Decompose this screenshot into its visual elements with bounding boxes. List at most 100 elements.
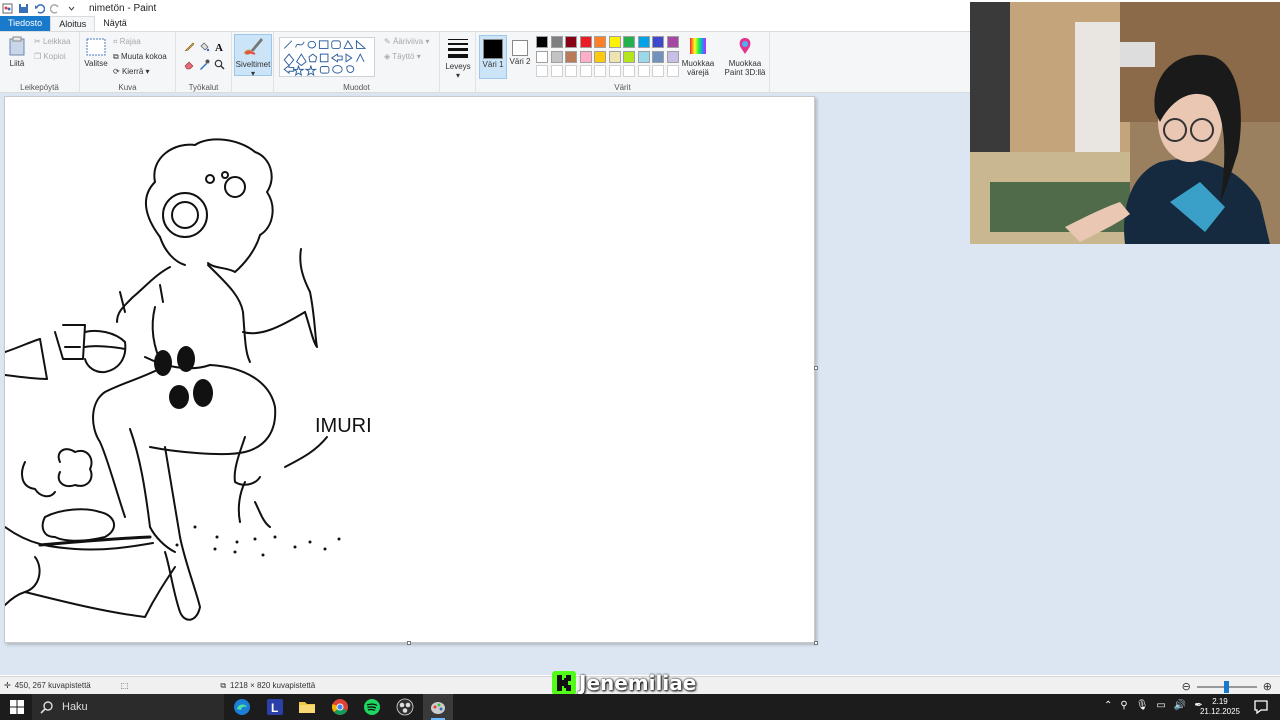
brushes-group: Siveltimet ▾ [232,32,274,93]
image-group: Valitse ⌗ Rajaa ⧉ Muuta kokoa ⟳ Kierrä ▾… [80,32,176,93]
magnifier-icon[interactable] [214,59,225,70]
copy-button[interactable]: ❐ Kopioi [34,52,66,61]
customize-chevron-icon[interactable] [66,3,77,14]
brushes-button[interactable]: Siveltimet ▾ [234,34,272,78]
palette-swatch[interactable] [565,36,577,48]
tab-file[interactable]: Tiedosto [0,16,51,31]
outline-icon: ✎ [384,37,391,46]
windows-start-icon[interactable] [8,698,26,716]
palette-swatch[interactable] [637,50,650,63]
color2-swatch [512,40,528,56]
palette-swatch[interactable] [608,36,621,48]
zoom-in-icon[interactable]: ⊕ [1263,680,1272,693]
brushes-dropdown-icon: ▾ [250,69,255,78]
color-picker-icon[interactable] [199,59,210,70]
select-button[interactable]: Valitse [84,38,108,68]
edit-colors-button[interactable]: Muokkaa värejä [680,36,716,77]
spotify-icon[interactable] [363,698,381,716]
drawing-canvas[interactable]: IMURI [4,96,815,643]
custom-color-slot[interactable] [637,65,650,77]
palette-swatch[interactable] [608,50,621,63]
taskbar-search[interactable]: Haku [32,694,224,720]
line-width-icon [448,39,468,58]
volume-icon[interactable]: 🔊 [1174,700,1186,711]
custom-color-slot[interactable] [666,65,679,77]
redo-icon[interactable] [50,3,61,14]
pencil-icon[interactable] [184,41,195,52]
custom-color-slot[interactable] [565,65,577,77]
resize-handle-bottom[interactable] [407,641,411,645]
chrome-browser-icon[interactable] [331,698,349,716]
network-icon[interactable]: ⚲ [1120,700,1127,711]
tab-view[interactable]: Näytä [95,16,135,31]
notifications-icon[interactable] [1252,698,1270,716]
tab-home[interactable]: Aloitus [50,16,96,31]
letter-l-app-icon[interactable]: L [266,698,284,716]
shapes-group: ✎ Ääriviiva ▾ ◈ Täyttö ▾ Muodot [274,32,440,93]
edit-paint3d-button[interactable]: Muokkaa Paint 3D:llä [722,36,768,77]
custom-color-slot[interactable] [623,65,635,77]
outline-button[interactable]: ✎ Ääriviiva ▾ [384,37,429,46]
resize-handle-corner[interactable] [814,641,818,645]
resize-icon: ⧉ [113,52,119,61]
custom-color-slot[interactable] [536,65,548,77]
zoom-slider-thumb[interactable] [1223,680,1229,693]
resize-handle-right[interactable] [814,366,818,370]
rotate-icon: ⟳ [113,67,120,76]
edge-browser-icon[interactable] [233,698,251,716]
palette-swatch[interactable] [637,36,650,48]
tools-group: A Työkalut [176,32,232,93]
palette-swatch[interactable] [623,36,635,48]
resize-button[interactable]: ⧉ Muuta kokoa [113,52,167,62]
file-explorer-icon[interactable] [298,698,316,716]
palette-swatch[interactable] [536,36,548,48]
palette-swatch[interactable] [652,36,664,48]
color1-button[interactable]: Väri 1 [479,35,507,79]
eraser-icon[interactable] [184,59,195,70]
fill-icon: ◈ [384,52,391,61]
fill-bucket-icon[interactable] [199,41,210,52]
custom-color-slot[interactable] [594,65,606,77]
save-icon[interactable] [18,3,29,14]
taskbar-clock[interactable]: 2.19 21.12.2025 [1200,697,1240,717]
text-icon[interactable]: A [214,41,225,52]
palette-swatch[interactable] [550,36,563,48]
undo-icon[interactable] [34,3,45,14]
palette-swatch[interactable] [666,50,679,63]
copy-label: Kopioi [43,52,66,61]
sketch-drawing: IMURI [4,138,372,621]
custom-color-slot[interactable] [652,65,664,77]
palette-swatch[interactable] [594,36,606,48]
obs-studio-icon[interactable] [396,698,414,716]
fill-label: Täyttö [392,52,415,61]
fill-button[interactable]: ◈ Täyttö ▾ [384,52,421,61]
palette-swatch[interactable] [550,50,563,63]
custom-color-slot[interactable] [579,65,592,77]
zoom-slider[interactable] [1196,680,1257,693]
palette-swatch[interactable] [565,50,577,63]
palette-swatch[interactable] [666,36,679,48]
tray-chevron-icon[interactable]: ⌃ [1104,700,1112,711]
rotate-button[interactable]: ⟳ Kierrä ▾ [113,67,150,76]
image-group-label: Kuva [118,83,137,92]
palette-swatch[interactable] [652,50,664,63]
shapes-gallery[interactable] [279,37,375,77]
size-button[interactable]: Leveys ▾ [443,37,473,80]
cut-label: Leikkaa [42,37,71,46]
zoom-out-icon[interactable]: ⊖ [1182,680,1191,693]
palette-swatch[interactable] [579,50,592,63]
paint-taskbar-item[interactable] [423,694,453,720]
custom-color-slot[interactable] [550,65,563,77]
custom-color-slot[interactable] [608,65,621,77]
battery-icon[interactable]: ▭ [1156,700,1165,711]
crop-button[interactable]: ⌗ Rajaa [113,37,141,47]
microphone-icon[interactable]: 🎙 [1136,700,1149,711]
cut-button[interactable]: ✂ Leikkaa [34,37,71,46]
palette-swatch[interactable] [536,50,548,63]
paste-button[interactable]: Liitä [6,36,28,68]
size-dropdown-icon: ▾ [455,71,460,80]
palette-swatch[interactable] [623,50,635,63]
palette-swatch[interactable] [579,36,592,48]
palette-swatch[interactable] [594,50,606,63]
color2-button[interactable]: Väri 2 [509,35,531,66]
